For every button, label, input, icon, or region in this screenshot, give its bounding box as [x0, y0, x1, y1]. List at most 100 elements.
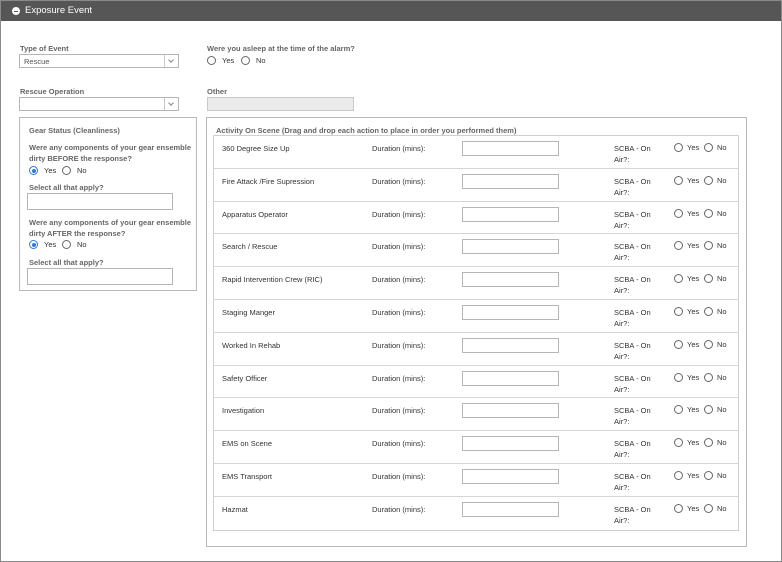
scba-no-radio[interactable]	[704, 372, 713, 382]
activity-name: Investigation	[222, 406, 265, 416]
activity-row[interactable]: EMS Transport Duration (mins): SCBA - On Ai…	[214, 464, 738, 497]
activity-row[interactable]: Hazmat Duration (mins): SCBA - On Air?: Yes N…	[214, 497, 738, 530]
duration-input[interactable]	[462, 436, 559, 452]
scba-yes-radio[interactable]	[674, 405, 683, 415]
type-of-event-label: Type of Event	[20, 44, 69, 53]
duration-label: Duration (mins):	[372, 209, 426, 219]
duration-label: Duration (mins):	[372, 373, 426, 383]
activity-row[interactable]: Staging Manger Duration (mins): SCBA - On A…	[214, 300, 738, 333]
scba-no-label: No	[717, 143, 727, 152]
activity-name: Hazmat	[222, 504, 248, 514]
scba-label-line1: SCBA - On	[614, 340, 651, 350]
scba-yes-label: Yes	[687, 241, 700, 251]
scba-yes-radio[interactable]	[674, 372, 683, 382]
scba-no-radio[interactable]	[704, 175, 713, 185]
scba-no-radio[interactable]	[704, 306, 713, 316]
duration-input[interactable]	[462, 468, 559, 484]
duration-input[interactable]	[462, 337, 559, 353]
rescue-operation-label: Rescue Operation	[20, 87, 85, 96]
chevron-down-icon[interactable]	[164, 98, 178, 110]
scba-yes-radio[interactable]	[674, 339, 683, 349]
scba-yes-label: Yes	[687, 372, 700, 382]
scba-no-radio[interactable]	[704, 438, 713, 448]
activity-row[interactable]: Worked In Rehab Duration (mins): SCBA - On…	[214, 333, 738, 366]
gear-before-select[interactable]	[27, 193, 173, 210]
scba-no-radio[interactable]	[704, 339, 713, 349]
duration-input[interactable]	[462, 141, 559, 156]
scba-label: SCBA - On Air?:	[614, 241, 659, 263]
scba-yes-radio[interactable]	[674, 143, 683, 152]
gear-status-title: Gear Status (Cleanliness)	[29, 126, 120, 135]
scba-no-radio[interactable]	[704, 208, 713, 218]
scba-label-line1: SCBA - On	[614, 275, 651, 285]
scba-label: SCBA - On Air?:	[614, 438, 659, 460]
gear-before-no-radio[interactable]	[62, 166, 71, 175]
duration-input[interactable]	[462, 304, 559, 320]
duration-label: Duration (mins):	[372, 176, 426, 186]
activity-name: 360 Degree Size Up	[222, 144, 290, 153]
scba-label-line2: Air?:	[614, 515, 630, 525]
scba-yes-radio[interactable]	[674, 438, 683, 448]
scba-yes-radio[interactable]	[674, 208, 683, 218]
activity-row[interactable]: EMS on Scene Duration (mins): SCBA - On Air…	[214, 431, 738, 464]
activity-row[interactable]: Investigation Duration (mins): SCBA - On Ai…	[214, 398, 738, 432]
other-label: Other	[207, 87, 228, 96]
scba-yes-radio[interactable]	[674, 175, 683, 185]
scba-yes-label: Yes	[687, 470, 700, 480]
scba-label-line2: Air?:	[614, 450, 630, 460]
rescue-operation-select[interactable]	[19, 97, 179, 111]
scba-yes-radio[interactable]	[674, 241, 683, 251]
asleep-yes-label: Yes	[222, 56, 235, 65]
duration-input[interactable]	[462, 272, 559, 288]
scba-no-radio[interactable]	[704, 470, 713, 480]
activity-row[interactable]: Apparatus Operator Duration (mins): SCBA -…	[214, 202, 738, 235]
scba-no-radio[interactable]	[704, 241, 713, 251]
asleep-no-radio[interactable]	[241, 56, 250, 65]
type-of-event-value: Rescue	[24, 57, 50, 66]
scba-no-radio[interactable]	[704, 405, 713, 415]
scba-no-radio[interactable]	[704, 143, 713, 152]
activity-row[interactable]: Search / Rescue Duration (mins): SCBA - On…	[214, 234, 738, 268]
duration-input[interactable]	[462, 173, 559, 189]
duration-input[interactable]	[462, 403, 559, 419]
scba-label: SCBA - On Air?:	[614, 504, 659, 526]
duration-input[interactable]	[462, 239, 559, 255]
scba-yes-radio[interactable]	[674, 306, 683, 316]
scba-label: SCBA - On Air?:	[614, 307, 659, 329]
collapse-icon[interactable]	[12, 7, 20, 15]
activity-row[interactable]: 360 Degree Size Up Duration (mins): SCBA -…	[214, 136, 738, 169]
activity-row[interactable]: Fire Attack /Fire Supression Duration (mi…	[214, 169, 738, 202]
duration-label: Duration (mins):	[372, 340, 426, 350]
activity-row[interactable]: Safety Officer Duration (mins): SCBA - On A…	[214, 366, 738, 399]
duration-input[interactable]	[462, 370, 559, 386]
gear-after-no-radio[interactable]	[62, 240, 71, 249]
scba-no-label: No	[717, 372, 727, 382]
scba-label-line2: Air?:	[614, 417, 630, 427]
scba-no-label: No	[717, 503, 727, 513]
type-of-event-select[interactable]: Rescue	[19, 54, 179, 68]
scba-yes-radio[interactable]	[674, 503, 683, 513]
activity-name: Apparatus Operator	[222, 209, 288, 219]
duration-input[interactable]	[462, 501, 559, 517]
scba-yes-radio[interactable]	[674, 274, 683, 284]
panel-header[interactable]: Exposure Event	[1, 1, 781, 21]
gear-after-yes-radio[interactable]	[29, 240, 38, 249]
scba-no-label: No	[717, 306, 727, 316]
scba-label: SCBA - On Air?:	[614, 373, 659, 395]
scba-label-line1: SCBA - On	[614, 307, 651, 317]
scba-no-radio[interactable]	[704, 503, 713, 513]
scba-yes-radio[interactable]	[674, 470, 683, 480]
scba-no-label: No	[717, 438, 727, 448]
chevron-down-icon[interactable]	[164, 55, 178, 67]
other-input[interactable]	[207, 97, 354, 111]
gear-after-select[interactable]	[27, 268, 173, 285]
gear-before-yes-radio[interactable]	[29, 166, 38, 175]
duration-input[interactable]	[462, 206, 559, 222]
asleep-yes-radio[interactable]	[207, 56, 216, 65]
duration-label: Duration (mins):	[372, 144, 426, 153]
scba-label: SCBA - On Air?:	[614, 471, 659, 493]
scba-label-line1: SCBA - On	[614, 176, 651, 186]
activity-row[interactable]: Rapid Intervention Crew (RIC) Duration (m…	[214, 267, 738, 300]
duration-label: Duration (mins):	[372, 307, 426, 317]
scba-no-radio[interactable]	[704, 274, 713, 284]
